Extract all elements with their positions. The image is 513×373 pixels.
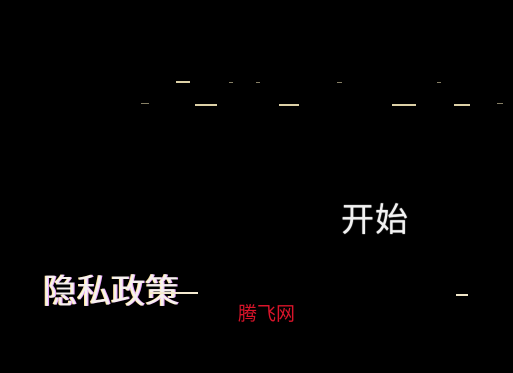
watermark-text: 腾飞网 [238,303,296,325]
glitch-line [279,104,299,106]
glitch-line [437,82,441,83]
glitch-line [337,82,342,83]
glitch-line [392,104,416,106]
glitch-line [456,294,468,296]
glitch-line [454,104,470,106]
glitch-line [141,103,149,104]
start-button[interactable]: 开始 [341,200,409,240]
glitch-line [229,82,233,83]
glitch-line [497,103,503,104]
glitch-line [176,81,190,83]
privacy-strike-line [150,292,198,294]
glitch-line [195,104,217,106]
glitch-line [256,82,260,83]
